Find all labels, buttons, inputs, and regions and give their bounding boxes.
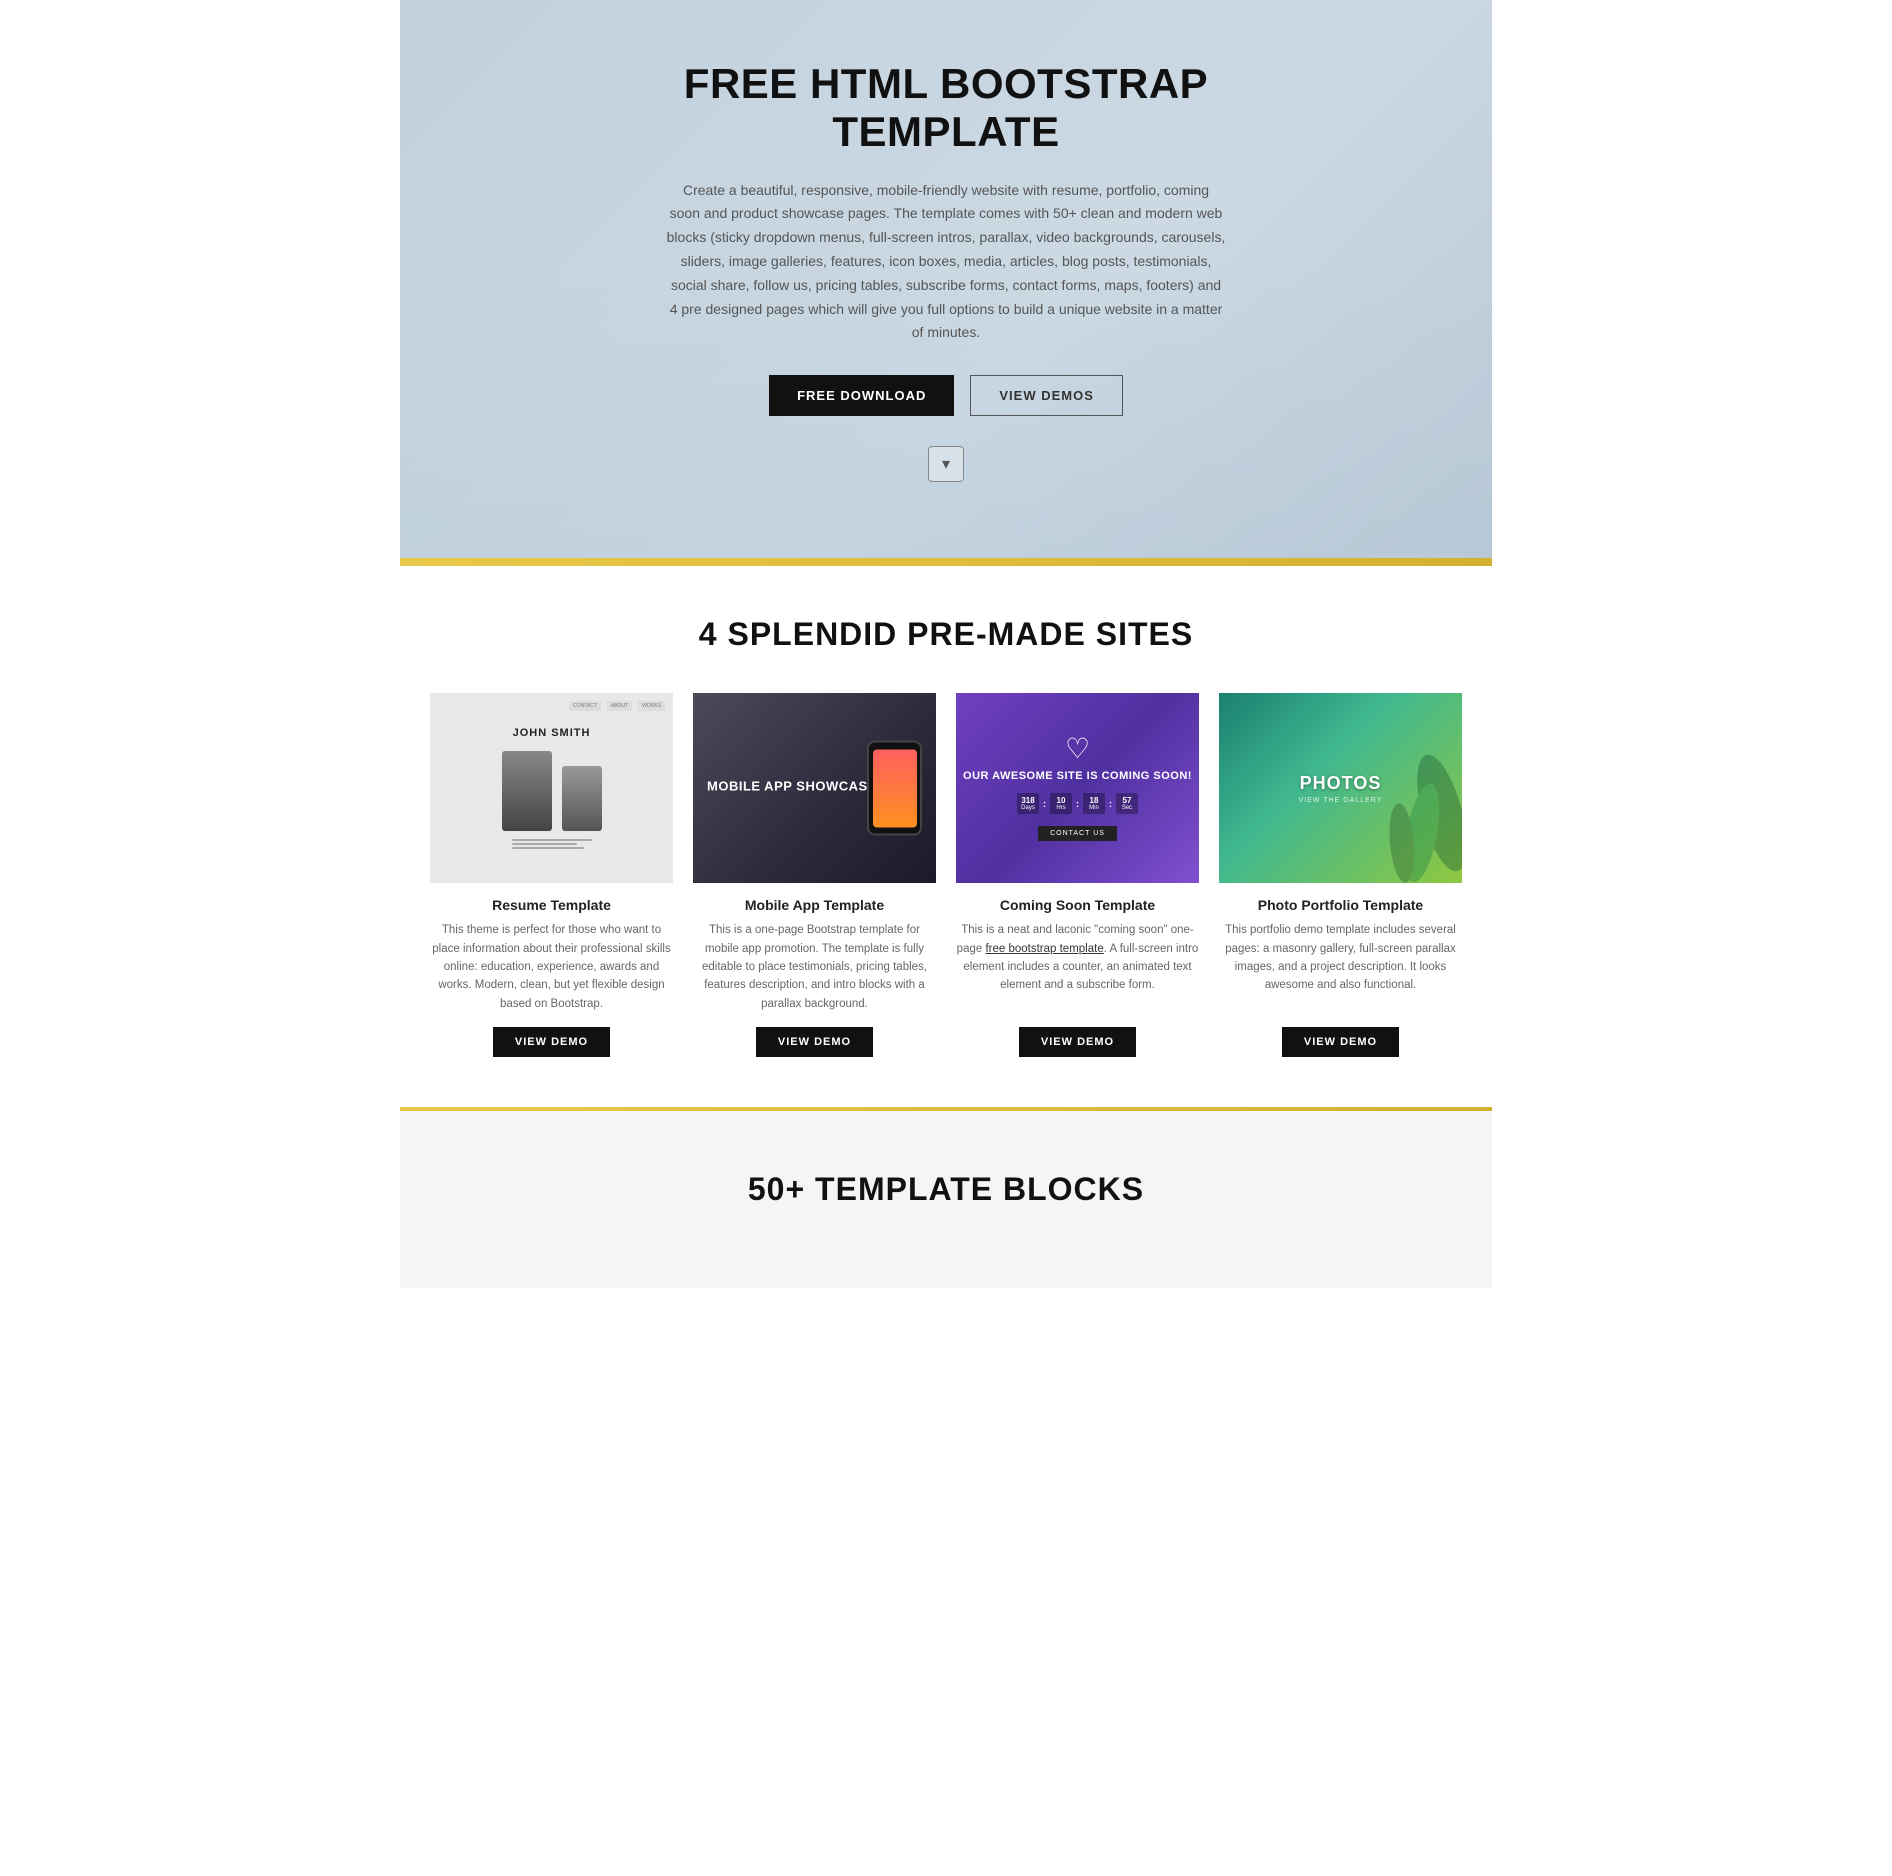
card-resume-btn-wrap: VIEW DEMO xyxy=(430,1027,673,1057)
mobile-phone-screen xyxy=(873,749,917,827)
card-portfolio-btn-wrap: VIEW DEMO xyxy=(1219,1027,1462,1057)
resume-thumb-nav: CONTACT ABOUT WORKS xyxy=(430,701,673,711)
card-portfolio: PHOTOS VIEW THE GALLERY Photo Portfolio … xyxy=(1219,693,1462,1067)
hero-title: FREE HTML BOOTSTRAP TEMPLATE xyxy=(666,60,1226,157)
card-resume-thumbnail: CONTACT ABOUT WORKS JOHN SMITH xyxy=(430,693,673,883)
chevron-down-icon: ▾ xyxy=(942,454,950,474)
bootstrap-template-link[interactable]: free bootstrap template xyxy=(985,943,1103,955)
premade-section: 4 SPLENDID PRE-MADE SITES CONTACT ABOUT … xyxy=(400,566,1492,1107)
card-resume-name: Resume Template xyxy=(430,897,673,913)
card-mobile-demo-button[interactable]: VIEW DEMO xyxy=(756,1027,873,1057)
card-portfolio-name: Photo Portfolio Template xyxy=(1219,897,1462,913)
card-portfolio-desc: This portfolio demo template includes se… xyxy=(1219,921,1462,1013)
blocks-section: 50+ TEMPLATE BLOCKS xyxy=(400,1111,1492,1288)
card-mobile: MOBILE APP SHOWCASE Mobile App Template … xyxy=(693,693,936,1067)
card-portfolio-demo-button[interactable]: VIEW DEMO xyxy=(1282,1027,1399,1057)
card-resume: CONTACT ABOUT WORKS JOHN SMITH xyxy=(430,693,673,1067)
card-resume-demo-button[interactable]: VIEW DEMO xyxy=(493,1027,610,1057)
counter-minutes: 18 Min xyxy=(1083,793,1105,814)
photo-thumb-plant-svg xyxy=(1382,753,1462,883)
card-mobile-desc: This is a one-page Bootstrap template fo… xyxy=(693,921,936,1013)
coming-thumb-counter: 318 Days : 10 Hrs : 18 Min : xyxy=(1017,793,1138,814)
cards-grid: CONTACT ABOUT WORKS JOHN SMITH xyxy=(430,693,1462,1067)
hero-description: Create a beautiful, responsive, mobile-f… xyxy=(666,179,1226,346)
mobile-thumb-text: MOBILE APP SHOWCASE xyxy=(707,779,877,795)
demos-button[interactable]: VIEW DEMOS xyxy=(970,375,1123,416)
card-coming-soon: ♡ OUR AWESOME SITE IS COMING SOON! 318 D… xyxy=(956,693,1199,1067)
photo-thumb-content: PHOTOS VIEW THE GALLERY xyxy=(1299,773,1383,804)
resume-thumb-bg: CONTACT ABOUT WORKS JOHN SMITH xyxy=(430,693,673,883)
hero-section: FREE HTML BOOTSTRAP TEMPLATE Create a be… xyxy=(400,0,1492,562)
coming-thumb-bg: ♡ OUR AWESOME SITE IS COMING SOON! 318 D… xyxy=(956,693,1199,883)
counter-seconds: 57 Sec xyxy=(1116,793,1138,814)
blocks-section-title: 50+ TEMPLATE BLOCKS xyxy=(430,1171,1462,1208)
hero-bottom-accent xyxy=(400,558,1492,562)
coming-cta-button[interactable]: CONTACT US xyxy=(1038,826,1117,841)
card-mobile-btn-wrap: VIEW DEMO xyxy=(693,1027,936,1057)
card-mobile-thumbnail: MOBILE APP SHOWCASE xyxy=(693,693,936,883)
premade-section-title: 4 SPLENDID PRE-MADE SITES xyxy=(430,616,1462,653)
hero-buttons: FREE DOWNLOAD VIEW DEMOS xyxy=(666,375,1226,416)
download-button[interactable]: FREE DOWNLOAD xyxy=(769,375,954,416)
card-coming-btn-wrap: VIEW DEMO xyxy=(956,1027,1199,1057)
resume-thumb-lines xyxy=(512,839,592,849)
counter-hours: 10 Hrs xyxy=(1050,793,1072,814)
mobile-thumb-bg: MOBILE APP SHOWCASE xyxy=(693,693,936,883)
photo-thumb-subtitle: VIEW THE GALLERY xyxy=(1299,797,1383,804)
photo-thumb-title: PHOTOS xyxy=(1300,773,1382,794)
resume-thumb-person: JOHN SMITH xyxy=(430,693,673,883)
card-resume-desc: This theme is perfect for those who want… xyxy=(430,921,673,1013)
card-mobile-name: Mobile App Template xyxy=(693,897,936,913)
mobile-thumb-phone xyxy=(867,741,922,836)
resume-thumb-name: JOHN SMITH xyxy=(513,727,591,739)
coming-thumb-title: OUR AWESOME SITE IS COMING SOON! xyxy=(963,769,1192,783)
card-coming-thumbnail: ♡ OUR AWESOME SITE IS COMING SOON! 318 D… xyxy=(956,693,1199,883)
heart-icon: ♡ xyxy=(1065,735,1090,763)
hero-content: FREE HTML BOOTSTRAP TEMPLATE Create a be… xyxy=(666,60,1226,482)
scroll-down-button[interactable]: ▾ xyxy=(928,446,964,482)
card-coming-name: Coming Soon Template xyxy=(956,897,1199,913)
card-coming-demo-button[interactable]: VIEW DEMO xyxy=(1019,1027,1136,1057)
card-portfolio-thumbnail: PHOTOS VIEW THE GALLERY xyxy=(1219,693,1462,883)
counter-days: 318 Days xyxy=(1017,793,1039,814)
photo-thumb-bg: PHOTOS VIEW THE GALLERY xyxy=(1219,693,1462,883)
card-coming-desc: This is a neat and laconic "coming soon"… xyxy=(956,921,1199,1013)
